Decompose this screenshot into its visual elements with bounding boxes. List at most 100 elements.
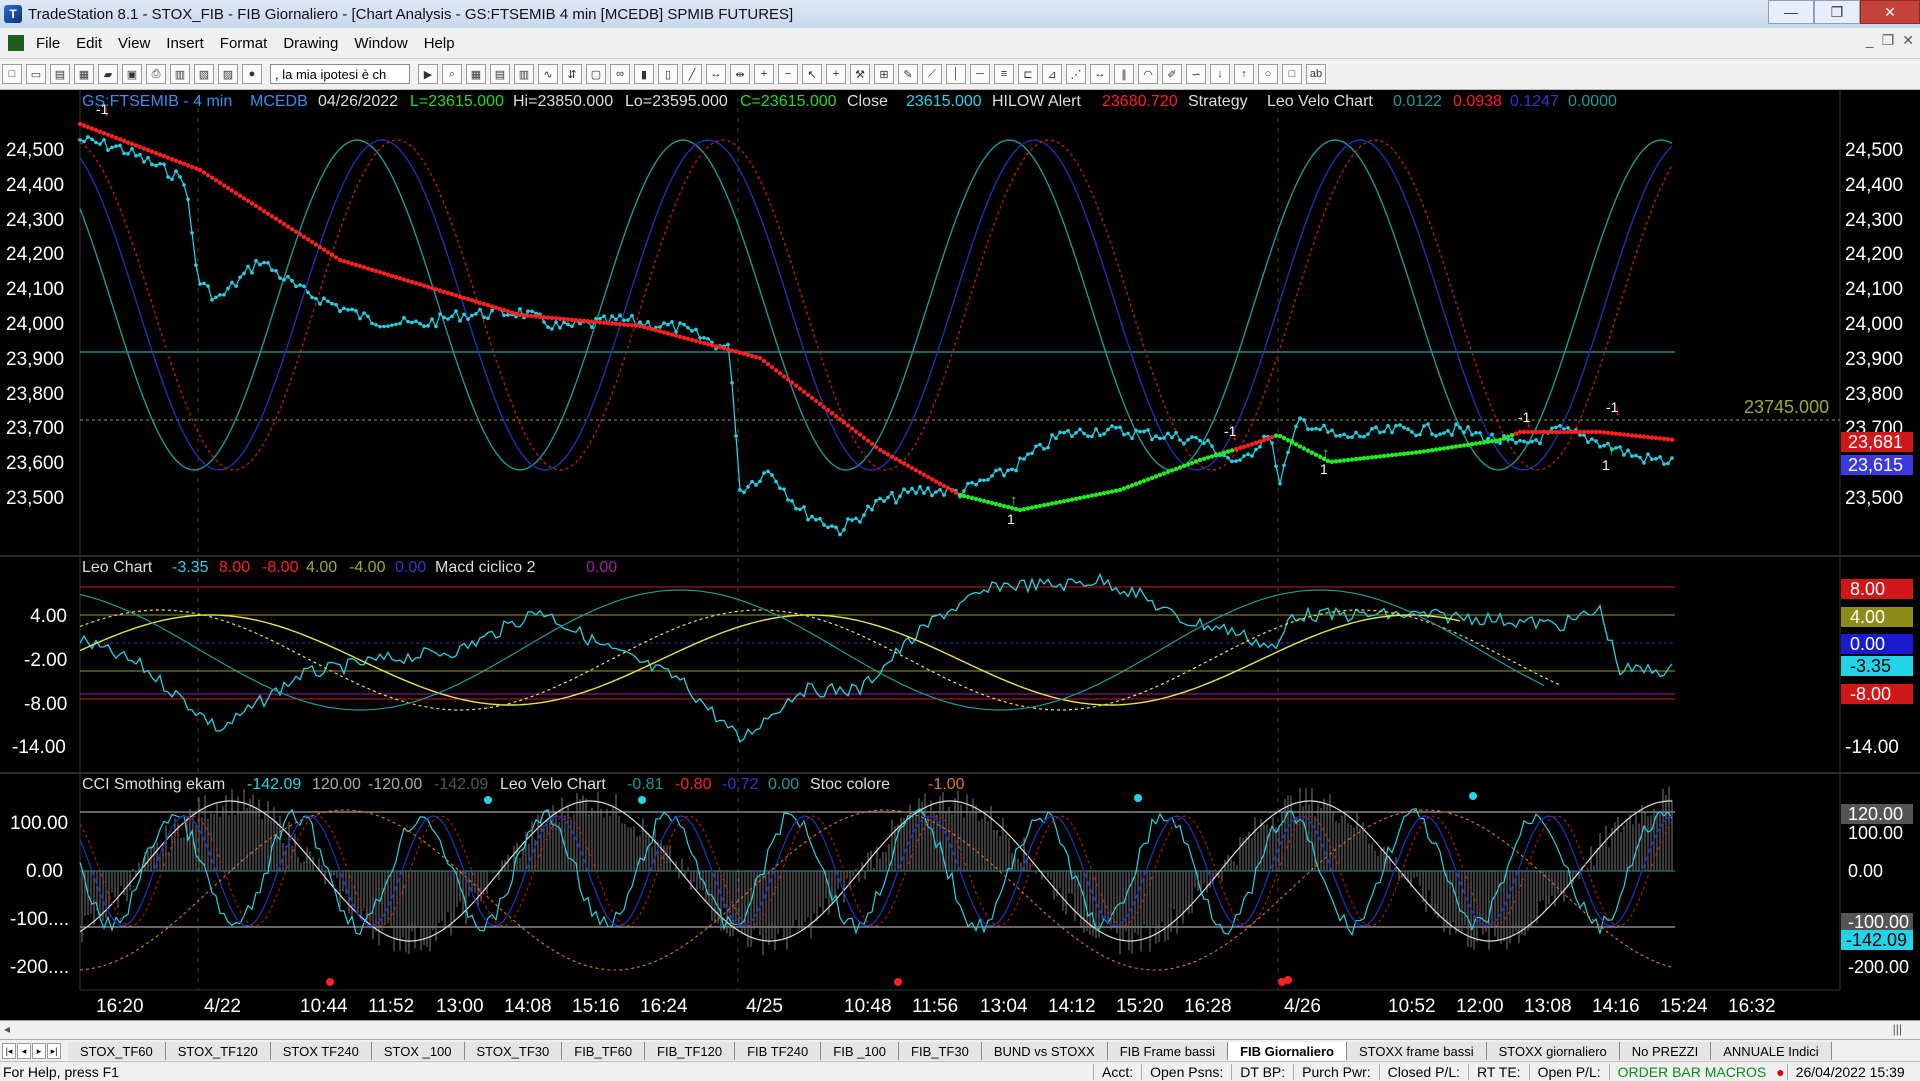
sheet-tab[interactable]: FIB Frame bassi (1107, 1042, 1229, 1060)
maximize-button[interactable]: ❐ (1814, 0, 1860, 24)
snap-icon[interactable]: ⊞ (874, 64, 894, 84)
candle-icon[interactable]: ▯ (658, 64, 678, 84)
menu-format[interactable]: Format (212, 35, 276, 52)
pointer-icon[interactable]: ↖ (802, 64, 822, 84)
price-point (786, 498, 790, 502)
layout-icon[interactable]: ▥ (170, 64, 190, 84)
sheet-tab[interactable]: FIB TF240 (735, 1042, 822, 1060)
save-icon[interactable]: ▣ (122, 64, 142, 84)
next-tab-icon[interactable]: ▸ (32, 1043, 46, 1059)
vertical-line-icon[interactable]: │ (946, 64, 966, 84)
arc-icon[interactable]: ◠ (1138, 64, 1158, 84)
rectangle-icon[interactable]: □ (1282, 64, 1302, 84)
ellipse-icon[interactable]: ○ (1258, 64, 1278, 84)
sheet-tab[interactable]: FIB_TF30 (899, 1042, 982, 1060)
falling-ma-dot (821, 404, 827, 410)
price-point (1162, 436, 1166, 440)
open-workspace-icon[interactable]: ▤ (50, 64, 70, 84)
menu-window[interactable]: Window (346, 35, 415, 52)
sheet-tab[interactable]: ANNUALE Indici (1711, 1042, 1832, 1060)
channel-icon[interactable]: ≡ (994, 64, 1014, 84)
last-tab-icon[interactable]: ▸| (47, 1043, 61, 1059)
folder-icon[interactable]: ▰ (98, 64, 118, 84)
up-arrow-icon[interactable]: ↑ (1234, 64, 1254, 84)
sheet-tab[interactable]: FIB_TF120 (645, 1042, 736, 1060)
bar-chart-icon[interactable]: ▮ (634, 64, 654, 84)
expand-icon[interactable]: ↔ (706, 64, 726, 84)
menu-help[interactable]: Help (416, 35, 463, 52)
crosshair-icon[interactable]: + (826, 64, 846, 84)
title-bar: T TradeStation 8.1 - STOX_FIB - FIB Gior… (0, 0, 1920, 28)
scroll-left-icon[interactable]: ◂ (4, 1022, 10, 1036)
chart-canvas[interactable]: ↓↓↓↓↑↑ ↑ GS:FTSEMIB - 4 min MCEDB 04/26/2… (0, 90, 1920, 1020)
price-point (1114, 426, 1118, 430)
zoom-out-icon[interactable]: − (778, 64, 798, 84)
grid-icon[interactable]: ▦ (466, 64, 486, 84)
sheet-tab-active[interactable]: FIB Giornaliero (1228, 1042, 1347, 1060)
symbol-combo[interactable]: , la mia ipotesi è ch (270, 64, 410, 84)
menu-edit[interactable]: Edit (68, 35, 110, 52)
curve-icon[interactable]: ∽ (1186, 64, 1206, 84)
table-icon[interactable]: ▤ (490, 64, 510, 84)
prev-tab-icon[interactable]: ◂ (17, 1043, 31, 1059)
find-icon[interactable]: ⌕ (442, 64, 462, 84)
indicator-icon[interactable]: ∿ (538, 64, 558, 84)
sheet-tab[interactable]: STOXX giornaliero (1486, 1042, 1620, 1060)
palette-icon[interactable]: ● (242, 64, 262, 84)
new-icon[interactable]: □ (2, 64, 22, 84)
arrow-line-icon[interactable]: ↔ (1090, 64, 1110, 84)
chart-icon[interactable]: ▥ (514, 64, 534, 84)
first-tab-icon[interactable]: |◂ (2, 1043, 16, 1059)
lock-icon[interactable]: ▨ (218, 64, 238, 84)
mdi-restore-icon[interactable]: ❐ (1882, 32, 1895, 49)
sheet-tab[interactable]: FIB _100 (821, 1042, 900, 1060)
new-window-icon[interactable]: ▦ (74, 64, 94, 84)
menu-view[interactable]: View (110, 35, 158, 52)
hammer-icon[interactable]: ⚒ (850, 64, 870, 84)
sheet-tab[interactable]: FIB_TF60 (562, 1042, 646, 1060)
open-icon[interactable]: ▭ (26, 64, 46, 84)
mdi-close-icon[interactable]: ✕ (1902, 32, 1914, 49)
menu-file[interactable]: File (28, 35, 68, 52)
menu-drawing[interactable]: Drawing (275, 35, 346, 52)
format-icon[interactable]: ▧ (194, 64, 214, 84)
print-icon[interactable]: ⎙ (146, 64, 166, 84)
gann-icon[interactable]: ⊿ (1042, 64, 1062, 84)
sheet-tab[interactable]: STOX _100 (371, 1042, 465, 1060)
sheet-tab[interactable]: No PREZZI (1619, 1042, 1712, 1060)
sheet-tab[interactable]: BUND vs STOXX (981, 1042, 1108, 1060)
sheet-tab[interactable]: STOX_TF60 (68, 1042, 166, 1060)
line-icon[interactable]: ╱ (682, 64, 702, 84)
horizontal-line-icon[interactable]: ─ (970, 64, 990, 84)
status-order-bar-macros[interactable]: ORDER BAR MACROS (1608, 1063, 1775, 1080)
compress-icon[interactable]: ⇹ (730, 64, 750, 84)
down-arrow-icon[interactable]: ↓ (1210, 64, 1230, 84)
note-icon[interactable]: ✎ (898, 64, 918, 84)
link-icon[interactable]: ∞ (610, 64, 630, 84)
play-icon[interactable]: ▶ (418, 64, 438, 84)
sheet-tab[interactable]: STOX TF240 (270, 1042, 372, 1060)
parallel-icon[interactable]: ∥ (1114, 64, 1134, 84)
sheet-tab[interactable]: STOX_TF120 (165, 1042, 271, 1060)
text-icon[interactable]: ab (1306, 64, 1326, 84)
horizontal-scrollbar[interactable]: ◂ ||| (0, 1020, 1920, 1039)
minimize-button[interactable]: — (1768, 0, 1814, 24)
chart-window[interactable]: ↓ ↓ ↓ ↓ ↑ ↑ ↑ GS:FTSEMIB - 4 min MCEDB 04/26/2… (0, 90, 1920, 1020)
falling-ma-dot (1613, 431, 1619, 436)
sheet-tab[interactable]: STOX_TF30 (464, 1042, 563, 1060)
close-button[interactable]: ✕ (1860, 0, 1920, 24)
scroll-right-icon[interactable]: ||| (1893, 1022, 1902, 1036)
falling-ma-dot (177, 160, 183, 165)
falling-ma-dot (241, 196, 247, 201)
strategy-icon[interactable]: ⇵ (562, 64, 582, 84)
mdi-minimize-icon[interactable]: _ (1866, 32, 1874, 49)
window-icon[interactable]: ▢ (586, 64, 606, 84)
pen-icon[interactable]: ✐ (1162, 64, 1182, 84)
menu-insert[interactable]: Insert (158, 35, 212, 52)
falling-ma-dot (345, 260, 351, 265)
trendline-icon[interactable]: ⟋ (922, 64, 942, 84)
fib-icon[interactable]: ⊏ (1018, 64, 1038, 84)
zoom-in-icon[interactable]: + (754, 64, 774, 84)
speed-line-icon[interactable]: ⋰ (1066, 64, 1086, 84)
sheet-tab[interactable]: STOXX frame bassi (1346, 1042, 1487, 1060)
